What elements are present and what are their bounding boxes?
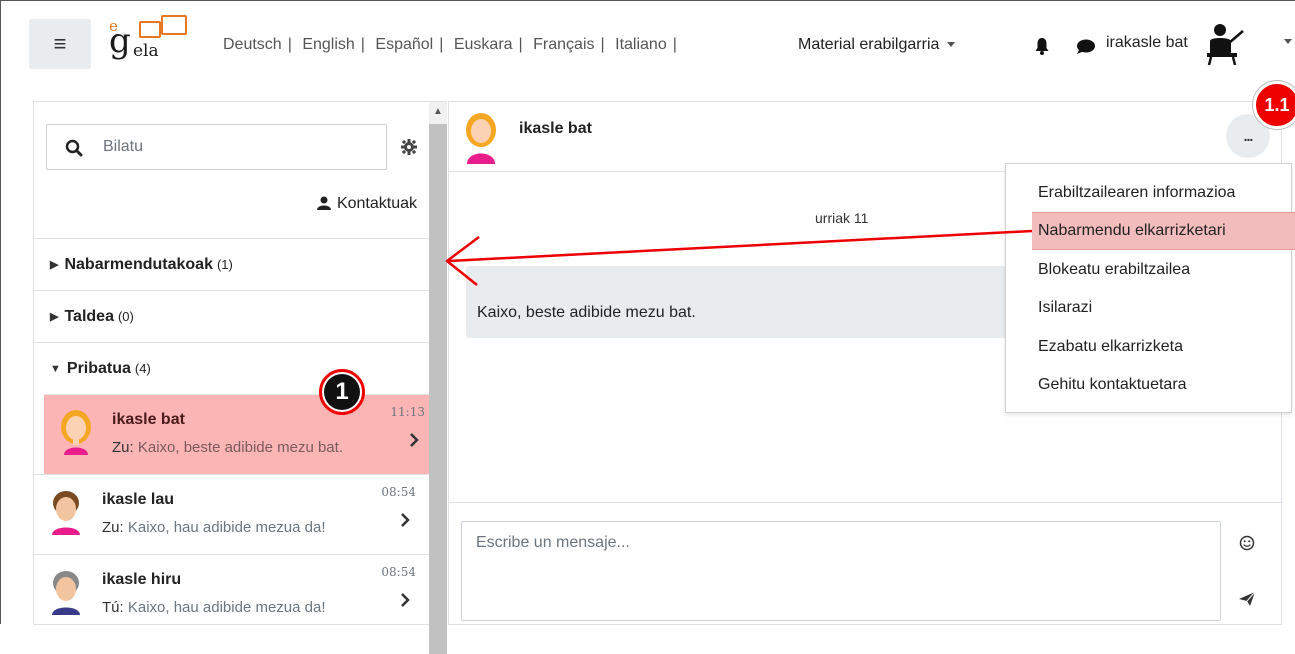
avatar-male-icon: [52, 491, 80, 535]
message-preview: Tú: Kaixo, hau adibide mezua da!: [102, 599, 326, 616]
menu-item-block-user[interactable]: Blokeatu erabiltzailea: [1006, 251, 1293, 289]
caret-down-icon: ▼: [50, 362, 61, 375]
logo-ela: ela: [133, 41, 159, 61]
section-label: Pribatua: [66, 359, 131, 377]
message-preview: Zu: Kaixo, beste adibide mezu bat.: [112, 439, 343, 456]
section-count: (1): [216, 257, 233, 272]
username-label[interactable]: irakasle bat: [1106, 34, 1188, 52]
contact-name: ikasle lau: [102, 491, 175, 508]
step-badge-label: 1: [324, 374, 360, 410]
language-menu: Deutsch | English | Español | Euskara | Fran…: [223, 36, 677, 53]
conversation-item[interactable]: ikasle bat Zu: Kaixo, beste adibide mezu…: [44, 394, 429, 474]
sender-label: Zu:: [112, 439, 134, 456]
conversation-options-menu: Erabiltzailearen informazioa Nabarmendu …: [1005, 163, 1295, 413]
user-icon: [316, 196, 331, 210]
logo-screen-icon: [161, 15, 187, 35]
caret-right-icon: ▶: [50, 311, 59, 323]
search-box: [46, 124, 387, 170]
contacts-label: Kontaktuak: [336, 195, 417, 212]
lang-link-espanol[interactable]: Español: [375, 36, 433, 53]
bell-icon[interactable]: [1034, 37, 1050, 55]
preview-text: Kaixo, hau adibide mezua da!: [127, 519, 326, 536]
search-icon: [65, 139, 83, 157]
search-input[interactable]: [103, 135, 373, 159]
material-label: Material erabilgarria: [798, 36, 940, 53]
lang-link-francais[interactable]: Français: [533, 36, 594, 53]
avatar-female-icon: [61, 410, 91, 455]
conversations-panel: Kontaktuak ▶ Nabarmendutakoak (1) ▶ Tald…: [33, 101, 429, 625]
message-bubble: Kaixo, beste adibide mezu bat.: [466, 266, 1086, 338]
menu-item-delete-conversation[interactable]: Ezabatu elkarrizketa: [1006, 328, 1293, 366]
menu-item-user-info[interactable]: Erabiltzailearen informazioa: [1006, 174, 1293, 212]
section-private[interactable]: ▼ Pribatua (4): [34, 342, 429, 394]
logo-screen-icon: [139, 21, 161, 38]
message-time: 08:54: [381, 565, 416, 579]
message-time: 11:13: [390, 405, 425, 419]
menu-item-mute[interactable]: Isilarazi: [1006, 289, 1293, 327]
menu-item-add-contact[interactable]: Gehitu kontaktuetara: [1006, 366, 1293, 404]
user-avatar-icon[interactable]: [1205, 23, 1245, 65]
preview-text: Kaixo, hau adibide mezua da!: [127, 599, 326, 616]
chat-contact-name[interactable]: ikasle bat: [519, 120, 592, 138]
chevron-right-icon: [401, 593, 410, 607]
step-badge-label: 1.1: [1264, 94, 1290, 115]
lang-link-italiano[interactable]: Italiano: [615, 36, 667, 53]
hamburger-icon: ≡: [53, 31, 67, 56]
conversation-item[interactable]: ikasle hiru Tú: Kaixo, hau adibide mezua…: [34, 554, 429, 624]
emoji-icon[interactable]: [1239, 535, 1255, 551]
egela-logo[interactable]: e g ela: [109, 15, 199, 69]
section-count: (4): [134, 361, 151, 376]
more-options-icon: ...: [1243, 128, 1254, 144]
section-label: Nabarmendutakoak: [64, 255, 213, 273]
message-time: 08:54: [381, 485, 416, 499]
message-preview: Zu: Kaixo, hau adibide mezua da!: [102, 519, 326, 536]
avatar-male-icon: [52, 571, 80, 615]
section-count: (0): [117, 309, 134, 324]
sidebar-scrollbar[interactable]: ▲: [429, 101, 447, 654]
avatar-female-icon[interactable]: [461, 112, 501, 164]
scroll-up-icon[interactable]: ▲: [433, 106, 443, 117]
contact-name: ikasle hiru: [102, 571, 182, 588]
lang-link-euskara[interactable]: Euskara: [454, 36, 513, 53]
message-date: urriak 11: [815, 210, 869, 226]
lang-link-deutsch[interactable]: Deutsch: [223, 36, 282, 53]
menu-toggle-button[interactable]: ≡: [29, 19, 91, 69]
preview-text: Kaixo, beste adibide mezu bat.: [137, 439, 343, 456]
chevron-right-icon: [410, 433, 419, 447]
section-starred[interactable]: ▶ Nabarmendutakoak (1): [34, 238, 429, 290]
conversation-item[interactable]: ikasle lau Zu: Kaixo, hau adibide mezua …: [34, 474, 429, 554]
step-badge-1-1: 1.1: [1253, 81, 1295, 129]
contact-name: ikasle bat: [112, 411, 185, 428]
chevron-down-icon: [947, 42, 956, 48]
sender-label: Tú:: [102, 599, 124, 616]
gear-icon[interactable]: [401, 139, 417, 155]
menu-item-star-conversation[interactable]: Nabarmendu elkarrizketari: [1032, 212, 1295, 250]
logo-g: g: [109, 21, 131, 61]
chevron-right-icon: [401, 513, 410, 527]
chat-header: ikasle bat ...: [449, 102, 1283, 172]
chevron-down-icon[interactable]: [1284, 39, 1292, 44]
scroll-thumb[interactable]: [429, 124, 447, 654]
contacts-link[interactable]: Kontaktuak: [316, 195, 417, 213]
message-composer: [449, 502, 1283, 626]
lang-link-english[interactable]: English: [302, 36, 354, 53]
sender-label: Zu:: [102, 519, 124, 536]
material-dropdown[interactable]: Material erabilgarria: [798, 36, 956, 54]
section-label: Taldea: [64, 307, 114, 325]
app-frame: ≡ e g ela Deutsch | English | Español | Eus…: [0, 0, 1295, 654]
step-badge-1: 1: [319, 369, 365, 415]
chat-bubble-icon[interactable]: [1076, 39, 1096, 55]
message-text: Kaixo, beste adibide mezu bat.: [477, 304, 696, 321]
send-icon[interactable]: [1238, 591, 1256, 607]
message-input[interactable]: [461, 521, 1221, 621]
caret-right-icon: ▶: [50, 259, 59, 271]
section-group[interactable]: ▶ Taldea (0): [34, 290, 429, 342]
top-navbar: ≡ e g ela Deutsch | English | Español | Eus…: [1, 1, 1295, 91]
